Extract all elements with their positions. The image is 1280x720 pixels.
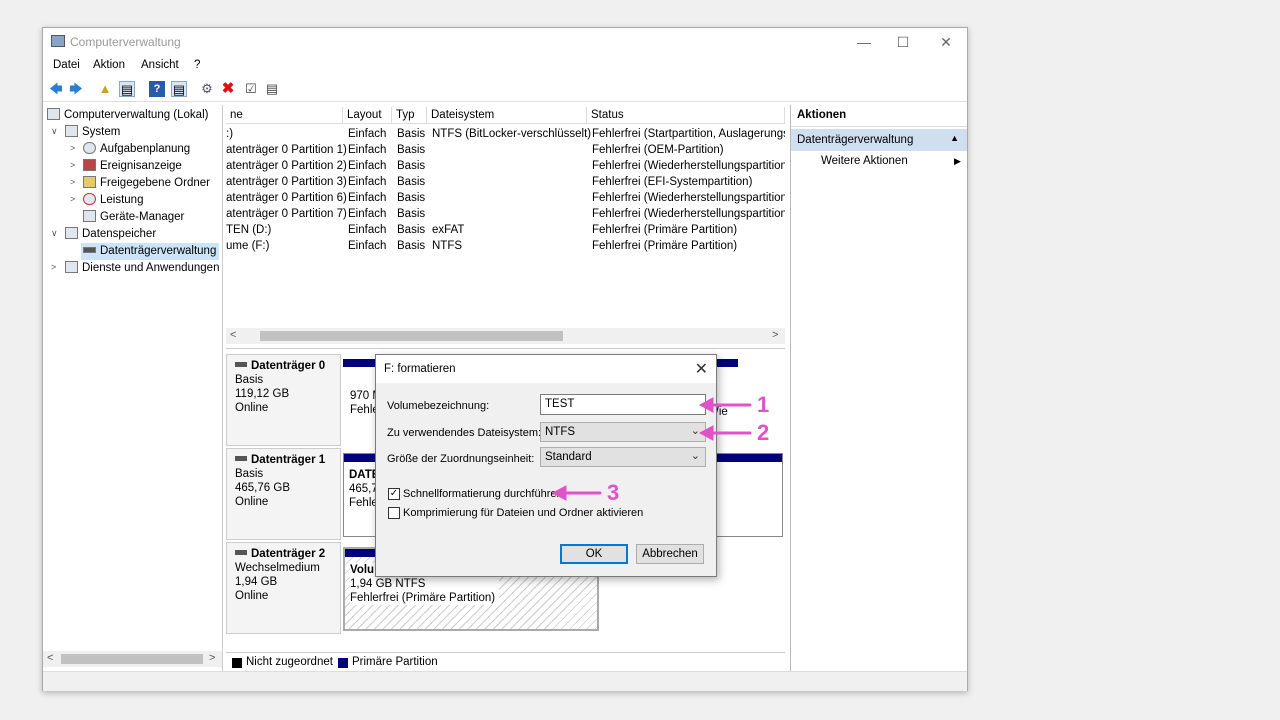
callout-arrowhead-2	[698, 425, 714, 441]
callout-arrowhead-3	[551, 485, 567, 501]
callout-arrowhead-1	[698, 397, 714, 413]
callout-number-3: 3	[607, 480, 620, 505]
callout-number-2: 2	[757, 420, 770, 445]
callout-number-1: 1	[757, 392, 770, 417]
annotation-overlay	[551, 397, 752, 501]
